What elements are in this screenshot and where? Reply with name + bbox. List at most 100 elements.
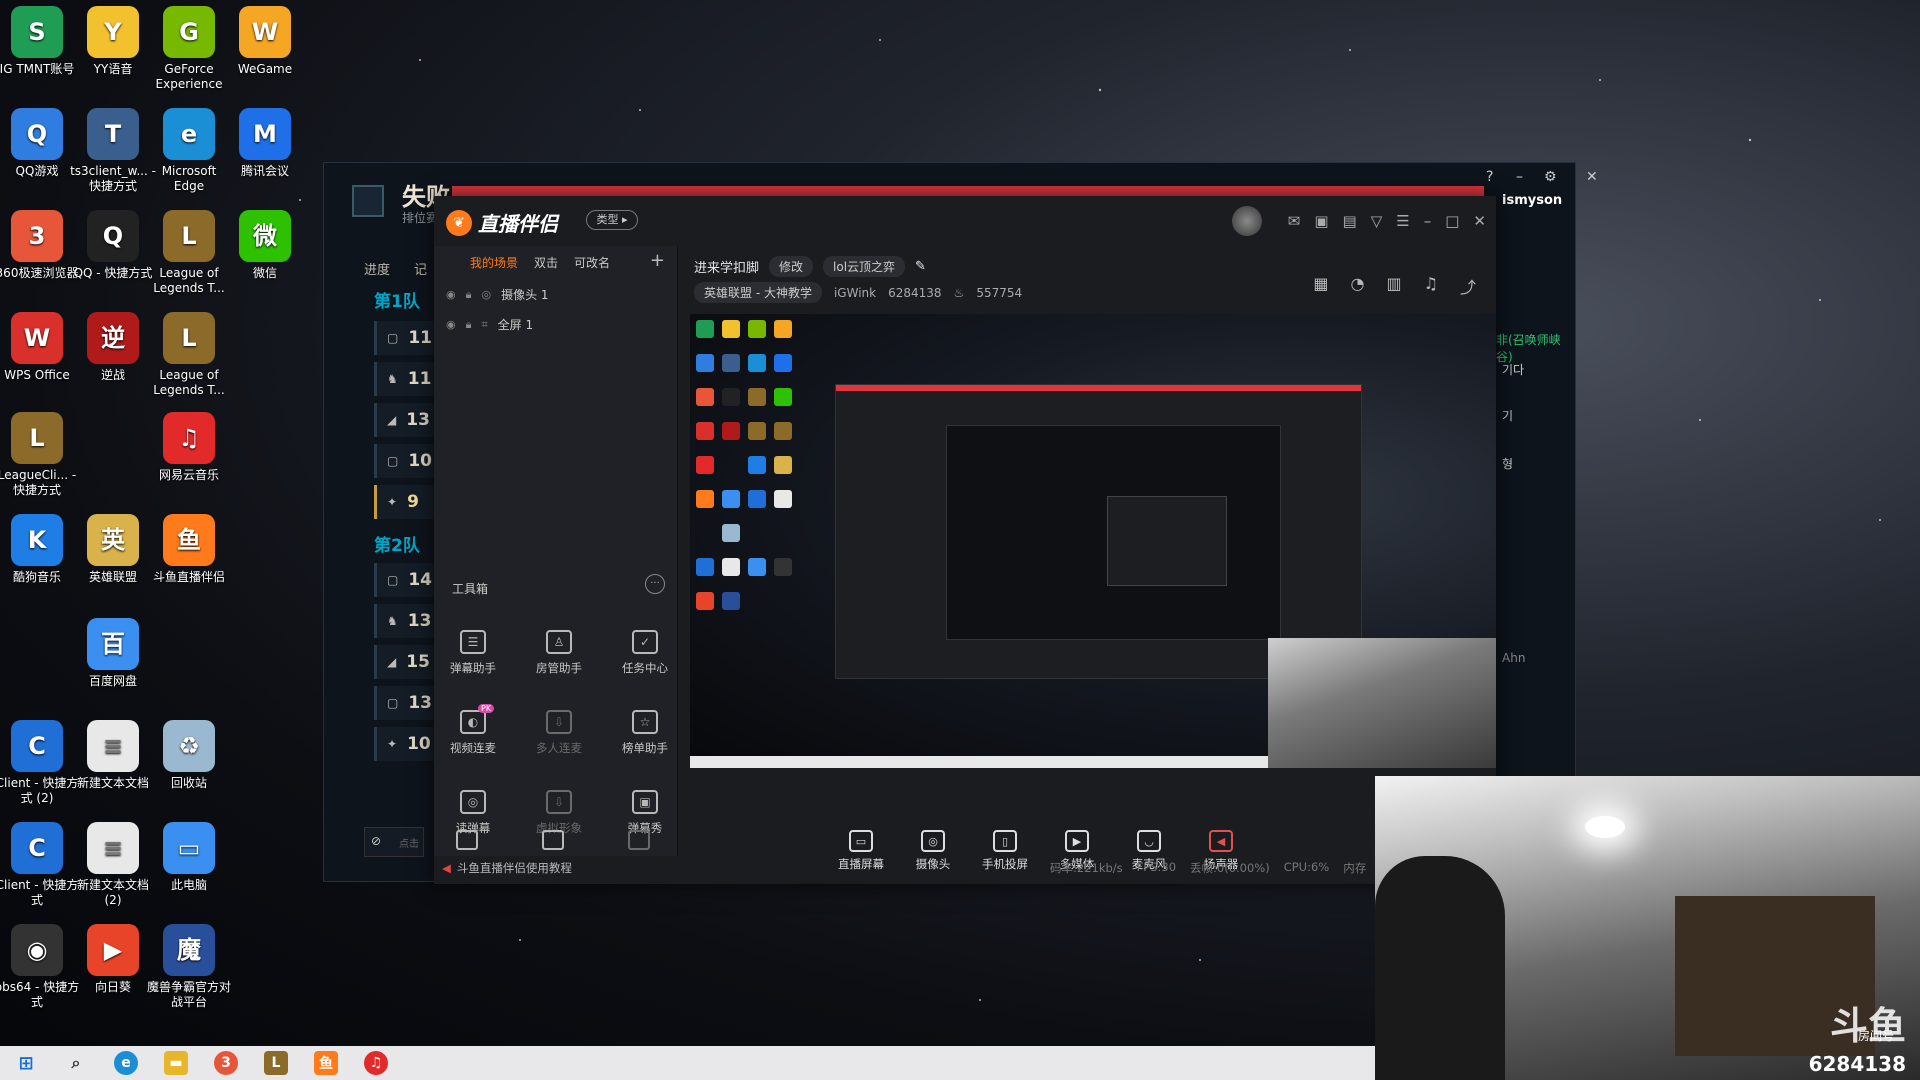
lol-logo: [352, 185, 384, 217]
desktop-icon[interactable]: ▭ 此电脑: [146, 822, 232, 920]
unlock-icon[interactable]: ◔: [1351, 274, 1365, 298]
desktop-icon[interactable]: Tts3client_w... - 快捷方式: [70, 108, 156, 206]
preview-desktop-icon: [748, 456, 766, 474]
desktop-icon[interactable]: ≡ 新建文本文档: [70, 720, 156, 818]
lol-chat-input[interactable]: ⊘ 点击: [364, 827, 424, 857]
tool-extra-2-icon[interactable]: [542, 830, 564, 850]
avatar[interactable]: [1231, 206, 1262, 236]
tab-double-click[interactable]: 双击: [534, 254, 558, 271]
app-icon: C: [11, 720, 63, 772]
folder-icon[interactable]: ▬: [164, 1051, 188, 1075]
eye-icon[interactable]: ◉: [446, 318, 456, 331]
toolbox-item[interactable]: ♙ 房管助手: [524, 630, 594, 688]
desktop-icon[interactable]: 微微信: [222, 210, 308, 308]
desktop-icon[interactable]: W WPS Office: [0, 312, 80, 410]
toolbox-item[interactable]: ☆ 榜单助手: [610, 710, 680, 768]
desktop-icon[interactable]: L League of Legends T...: [146, 312, 232, 410]
desktop-icon[interactable]: C Client - 快捷方式: [0, 822, 80, 920]
desktop-icon[interactable]: K 酷狗音乐: [0, 514, 80, 612]
toolbox-item[interactable]: ✓ 任务中心: [610, 630, 680, 688]
desktop-icon[interactable]: ≡ 新建文本文档 (2): [70, 822, 156, 920]
source-label: 摄像头 1: [501, 288, 549, 302]
close-icon[interactable]: ✕: [1473, 212, 1486, 230]
desktop-icon[interactable]: e Microsoft Edge: [146, 108, 232, 206]
netease-music-icon[interactable]: ♫: [364, 1051, 388, 1075]
desktop-icon[interactable]: C Client - 快捷方式 (2): [0, 720, 80, 818]
source-row-fullscreen[interactable]: ◉ 🔒︎ ⌗ 全屏 1: [446, 316, 533, 333]
lock-icon[interactable]: 🔒︎: [466, 318, 472, 332]
desktop-icon-label: 腾讯会议: [240, 164, 289, 178]
screen-capture-button[interactable]: ▭ 直播屏幕: [838, 830, 884, 872]
minimize-icon[interactable]: –: [1516, 169, 1523, 185]
desktop-icon[interactable]: 3 360极速浏览器: [0, 210, 80, 308]
minimize-icon[interactable]: –: [1424, 212, 1432, 230]
gear-icon[interactable]: ⚙: [1544, 169, 1557, 185]
windows-start-icon[interactable]: ⊞: [14, 1051, 38, 1075]
gift-icon[interactable]: ▦: [1313, 274, 1328, 298]
live-preview[interactable]: [690, 314, 1496, 768]
desktop-icon[interactable]: Q QQ - 快捷方式: [70, 210, 156, 308]
preview-nested-window-3: [1107, 496, 1227, 586]
lol-tab-record[interactable]: 记: [414, 259, 427, 278]
stream-tag[interactable]: lol云顶之弈: [823, 256, 906, 277]
source-row-camera[interactable]: ◉ 🔒︎ ◎ 摄像头 1: [446, 286, 549, 303]
desktop-icon[interactable]: M 腾讯会议: [222, 108, 308, 206]
bell-icon[interactable]: ♫: [1424, 274, 1438, 298]
desktop-icon[interactable]: L LeagueCli... - 快捷方式: [0, 412, 80, 510]
share-icon[interactable]: ⤴: [1460, 274, 1476, 298]
desktop-icon[interactable]: S IG TMNT账号: [0, 6, 80, 104]
camera-button[interactable]: ◎ 摄像头: [910, 830, 956, 872]
menu-icon[interactable]: ☰: [1396, 212, 1409, 230]
desktop-icon[interactable]: Y YY语音: [70, 6, 156, 104]
desktop-icon[interactable]: ♻ 回收站: [146, 720, 232, 818]
help-icon[interactable]: ?: [1486, 169, 1493, 185]
desktop-icon[interactable]: L League of Legends T...: [146, 210, 232, 308]
desktop-icon[interactable]: ▶ 向日葵: [70, 924, 156, 1022]
eye-icon[interactable]: ◉: [446, 288, 456, 301]
screen-icon[interactable]: ▣: [1314, 212, 1328, 230]
douyu-app-window[interactable]: ❦ 直播伴侣 类型 ▸ ✉ ▣ ▤ ▽ ☰ – □ ✕ 我的场景 双击 可改名 …: [434, 196, 1496, 884]
layout-icon[interactable]: ▤: [1343, 212, 1357, 230]
maximize-icon[interactable]: □: [1445, 212, 1459, 230]
desktop-icon-label: 微信: [252, 266, 277, 280]
edit-title-button[interactable]: 修改: [769, 256, 814, 277]
type-button[interactable]: 类型 ▸: [586, 210, 638, 230]
tab-rename[interactable]: 可改名: [574, 254, 610, 271]
add-scene-button[interactable]: +: [650, 250, 665, 271]
phone-cast-button[interactable]: ▯ 手机投屏: [982, 830, 1028, 872]
edge-icon[interactable]: e: [114, 1051, 138, 1075]
toolbox-item[interactable]: ☰ 弹幕助手: [438, 630, 508, 688]
toolbox-title: 工具箱: [452, 582, 489, 596]
game-category[interactable]: 英雄联盟 - 大神教学: [694, 282, 822, 303]
desktop-icon[interactable]: 英英雄联盟: [70, 514, 156, 612]
lock-icon[interactable]: 🔒︎: [466, 288, 472, 302]
desktop-icon[interactable]: G GeForce Experience: [146, 6, 232, 104]
pencil-icon[interactable]: ✎: [915, 259, 926, 274]
preview-desktop-icon: [696, 422, 714, 440]
panel-icon[interactable]: ▥: [1387, 274, 1402, 298]
desktop-icon[interactable]: 逆逆战: [70, 312, 156, 410]
browser-360-icon[interactable]: 3: [214, 1051, 238, 1075]
douyu-icon[interactable]: 鱼: [314, 1051, 338, 1075]
tool-extra-3-icon[interactable]: [628, 830, 650, 850]
desktop-icon[interactable]: ◉ obs64 - 快捷方式: [0, 924, 80, 1022]
desktop-icon[interactable]: ♫ 网易云音乐: [146, 412, 232, 510]
desktop-icon[interactable]: 魔魔兽争霸官方对战平台: [146, 924, 232, 1022]
desktop-icon[interactable]: Q QQ游戏: [0, 108, 80, 206]
desktop-icon[interactable]: 鱼斗鱼直播伴侣: [146, 514, 232, 612]
league-icon[interactable]: L: [264, 1051, 288, 1075]
more-icon[interactable]: ···: [645, 574, 665, 594]
app-icon: ≡: [87, 822, 139, 874]
tab-my-scene[interactable]: 我的场景: [470, 254, 518, 271]
lol-tab-progress[interactable]: 进度: [364, 259, 390, 278]
tutorial-link[interactable]: ◀ 斗鱼直播伴侣使用教程: [442, 860, 572, 876]
desktop-icon[interactable]: W WeGame: [222, 6, 308, 104]
search-icon[interactable]: ⌕: [64, 1051, 88, 1075]
toolbox-item[interactable]: ◐ PK 视频连麦: [438, 704, 508, 768]
desktop-icon[interactable]: 百百度网盘: [70, 618, 156, 716]
mail-icon[interactable]: ✉: [1288, 212, 1301, 230]
filter-icon[interactable]: ▽: [1371, 212, 1383, 230]
toolbox-item[interactable]: ⇩ 多人连麦: [524, 710, 594, 768]
close-icon[interactable]: ✕: [1586, 169, 1598, 185]
tool-extra-1-icon[interactable]: [456, 830, 478, 850]
